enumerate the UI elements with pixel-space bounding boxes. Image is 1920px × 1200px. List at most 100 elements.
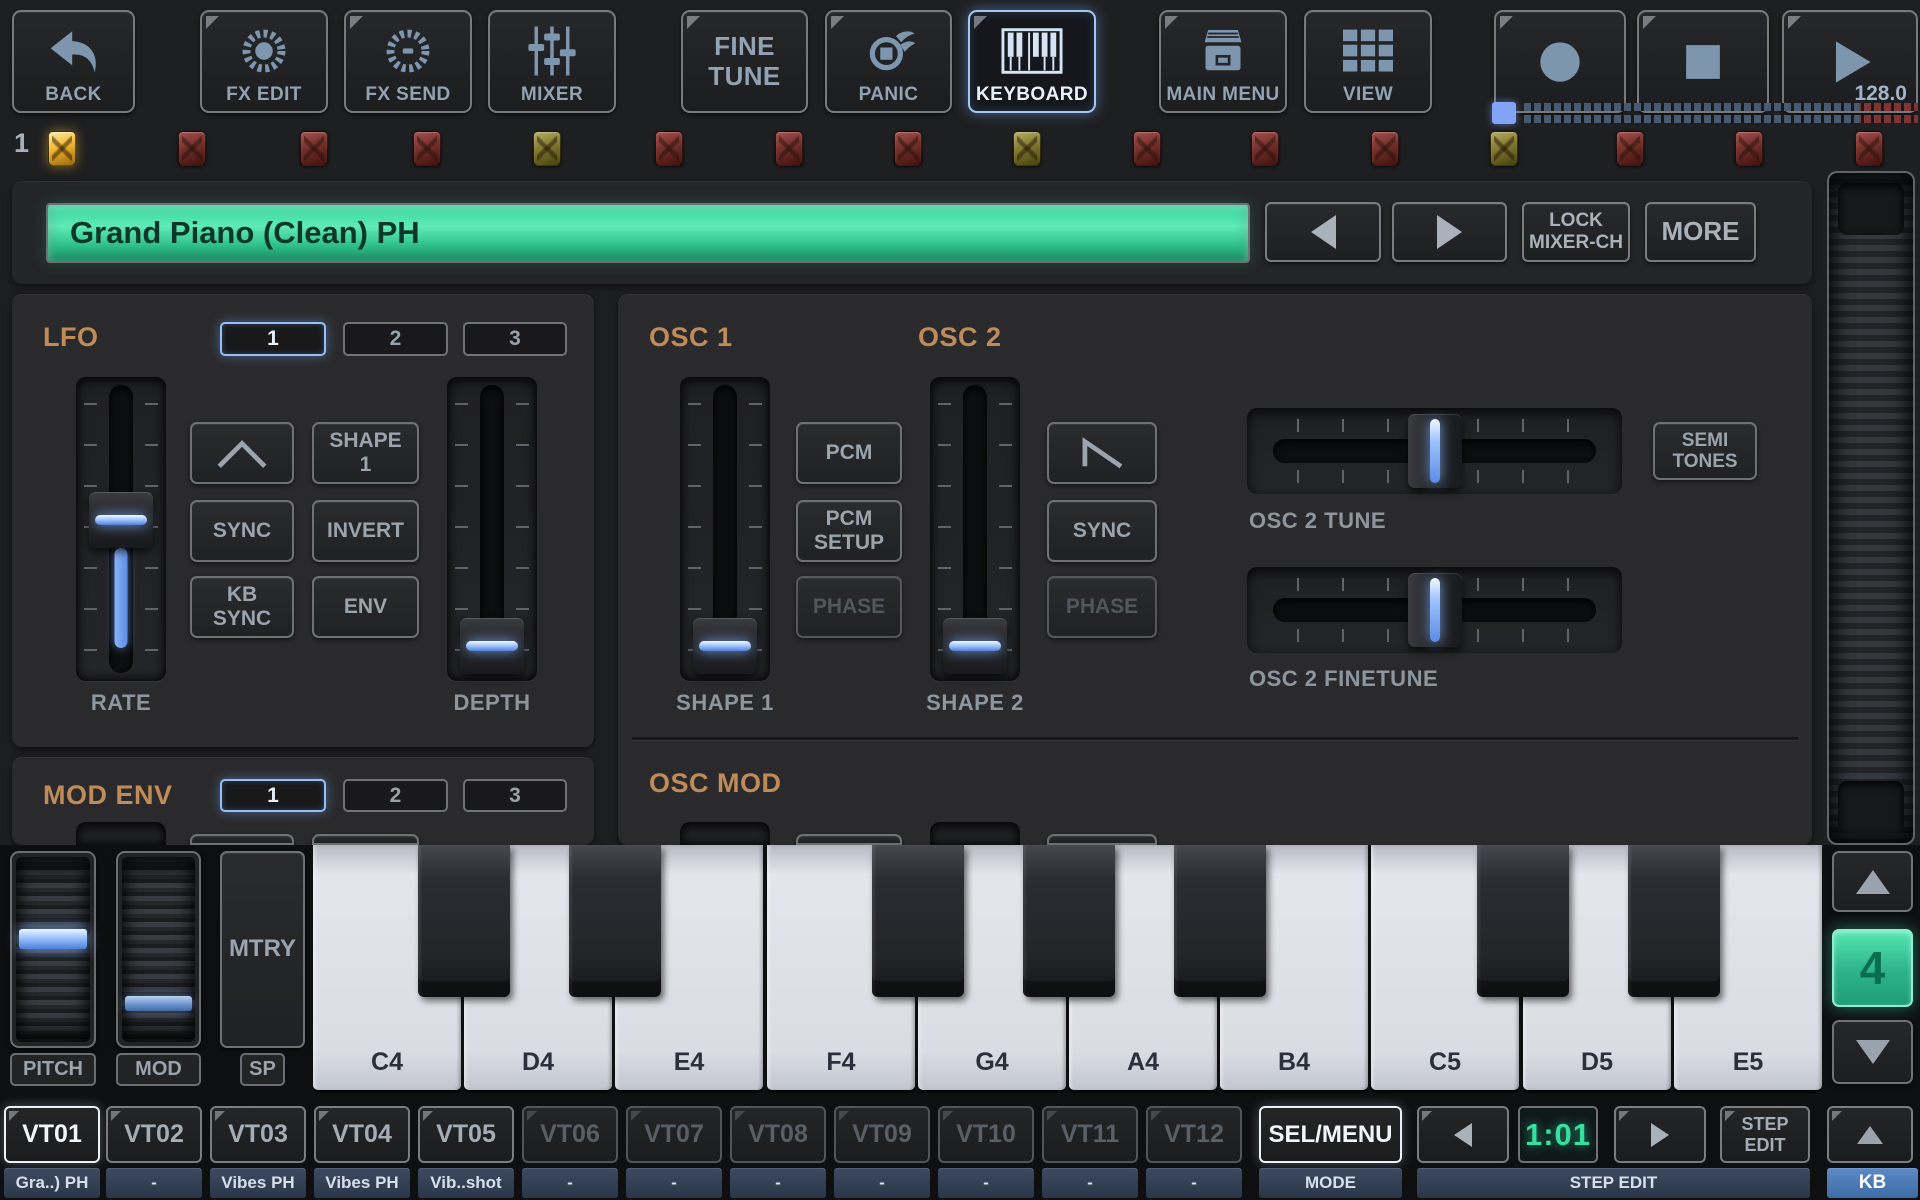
fx-send-icon [350,18,466,84]
step-led [1371,131,1399,166]
patch-name-display[interactable]: Grand Piano (Clean) PH [46,203,1250,263]
black-key-ds4[interactable] [569,845,661,997]
track-button-vt07[interactable]: VT07 [626,1106,722,1163]
record-icon [1500,18,1620,105]
lfo-tab-2[interactable]: 2 [343,322,448,356]
footer-vt04-label: Vibes PH [314,1168,410,1198]
view-grid-icon [1310,18,1426,84]
lfo-rate-slider[interactable] [76,377,166,681]
depth-label: DEPTH [447,690,537,716]
fine-tune-button[interactable]: FINE TUNE [681,10,808,113]
fx-edit-button[interactable]: FX EDIT [200,10,328,113]
step-edit-button[interactable]: STEP EDIT [1720,1106,1810,1163]
data-scroll-wheel[interactable] [1827,171,1915,845]
track-button-vt12[interactable]: VT12 [1146,1106,1242,1163]
back-button[interactable]: BACK [12,10,135,113]
step-led [894,131,922,166]
main-menu-button[interactable]: MAIN MENU [1159,10,1287,113]
mod-env-tab-3[interactable]: 3 [463,779,567,812]
patch-next-button[interactable] [1392,202,1507,262]
osc2-waveform-button[interactable] [1047,422,1157,484]
lfo-depth-slider[interactable] [447,377,537,681]
mtry-button[interactable]: MTRY [220,851,305,1048]
lfo-kb-sync-button[interactable]: KB SYNC [190,576,294,638]
lfo-env-button[interactable]: ENV [312,576,419,638]
view-button[interactable]: VIEW [1304,10,1432,113]
lfo-tab-3[interactable]: 3 [463,322,567,356]
black-key-gs4[interactable] [1023,845,1115,997]
osc1-shape1-slider[interactable] [680,377,770,681]
osc2-tune-slider[interactable] [1247,408,1622,494]
mixer-icon [494,18,610,84]
step-led [775,131,803,166]
track-button-vt09[interactable]: VT09 [834,1106,930,1163]
osc-mod-partial-button [1047,834,1157,845]
lfo-invert-button[interactable]: INVERT [312,500,419,562]
track-button-vt04[interactable]: VT04 [314,1106,410,1163]
left-arrow-icon [1311,215,1336,249]
slider-fill [115,548,128,648]
step-led [655,131,683,166]
black-key-cs5[interactable] [1477,845,1569,997]
osc1-pcm-button[interactable]: PCM [796,422,902,484]
record-button[interactable] [1494,10,1626,113]
octave-down-button[interactable] [1832,1020,1913,1084]
mixer-button[interactable]: MIXER [488,10,616,113]
black-key-cs4[interactable] [418,845,510,997]
track-button-vt06[interactable]: VT06 [522,1106,618,1163]
semi-tones-button[interactable]: SEMI TONES [1653,422,1757,480]
track-button-vt11[interactable]: VT11 [1042,1106,1138,1163]
meter-cursor [1492,102,1516,124]
fx-send-button[interactable]: FX SEND [344,10,472,113]
osc1-pcm-setup-button[interactable]: PCM SETUP [796,500,902,562]
step-led [1251,131,1279,166]
slider-handle[interactable] [89,492,153,548]
track-button-vt03[interactable]: VT03 [210,1106,306,1163]
lock-mixer-ch-button[interactable]: LOCK MIXER-CH [1522,202,1630,262]
black-key-ds5[interactable] [1628,845,1720,997]
mod-wheel[interactable] [116,851,201,1048]
osc2-finetune-slider[interactable] [1247,567,1622,653]
track-button-vt01[interactable]: VT01 [4,1106,100,1163]
kb-scroll-up-button[interactable] [1827,1106,1913,1163]
octave-up-button[interactable] [1832,851,1913,912]
keyboard-button[interactable]: KEYBOARD [968,10,1096,113]
stop-button[interactable] [1637,10,1769,113]
slider-handle[interactable] [460,618,524,674]
slider-handle[interactable] [1408,414,1462,488]
pitch-wheel[interactable] [10,851,96,1048]
track-button-vt02[interactable]: VT02 [106,1106,202,1163]
lfo-shape1-button[interactable]: SHAPE 1 [312,422,419,484]
black-key-fs4[interactable] [872,845,964,997]
lfo-tab-1[interactable]: 1 [220,322,326,356]
mod-wheel-indicator [125,996,192,1011]
mod-env-tab-1[interactable]: 1 [220,779,326,812]
footer-vt10-label: - [938,1168,1034,1198]
panic-button[interactable]: PANIC [825,10,952,113]
step-led [1490,131,1518,166]
lfo-waveform-button[interactable] [190,422,294,484]
black-key-as4[interactable] [1174,845,1266,997]
patch-prev-button[interactable] [1265,202,1381,262]
pattern-prev-button[interactable] [1417,1106,1509,1163]
sel-menu-button[interactable]: SEL/MENU [1259,1106,1402,1163]
pattern-next-button[interactable] [1614,1106,1706,1163]
track-button-vt08[interactable]: VT08 [730,1106,826,1163]
osc2-sync-button[interactable]: SYNC [1047,500,1157,562]
track-button-vt05[interactable]: VT05 [418,1106,514,1163]
octave-display[interactable]: 4 [1832,929,1913,1007]
slider-handle[interactable] [1408,573,1462,647]
track-button-vt10[interactable]: VT10 [938,1106,1034,1163]
footer-vt08-label: - [730,1168,826,1198]
more-button[interactable]: MORE [1645,202,1756,262]
slider-handle[interactable] [693,618,757,674]
panic-icon [831,18,946,84]
play-button[interactable]: 128.0 [1782,10,1918,113]
osc2-shape2-slider[interactable] [930,377,1020,681]
wheel-cap-top [1838,183,1904,235]
lfo-sync-button[interactable]: SYNC [190,500,294,562]
step-led [1616,131,1644,166]
mod-env-tab-2[interactable]: 2 [343,779,448,812]
step-led [48,131,76,166]
slider-handle[interactable] [943,618,1007,674]
